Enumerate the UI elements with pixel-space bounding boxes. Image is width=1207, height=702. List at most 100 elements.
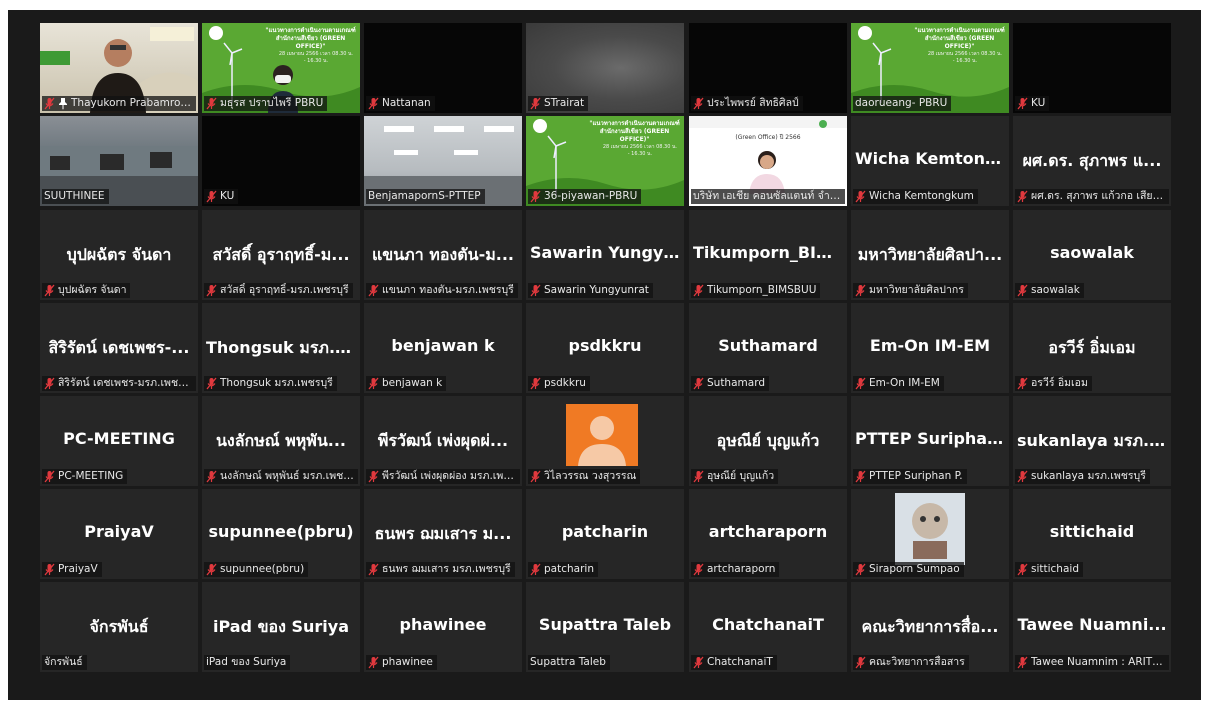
participant-name-label: sittichaid [1015, 562, 1083, 577]
participant-tile[interactable]: Wicha Kemtong... Wicha Kemtongkum [851, 116, 1009, 206]
participant-tile[interactable]: phawinee phawinee [364, 582, 522, 672]
participant-tile[interactable]: Thayukorn Prabamroo... [40, 23, 198, 113]
participant-tile[interactable]: PC-MEETING PC-MEETING [40, 396, 198, 486]
participant-name-label: คณะวิทยาการสื่อสาร [853, 655, 969, 670]
participant-tile[interactable]: sukanlaya มรภ.เ... sukanlaya มรภ.เพชรบุรี [1013, 396, 1171, 486]
participant-tile[interactable]: คณะวิทยาการสื่อ... คณะวิทยาการสื่อสาร [851, 582, 1009, 672]
participant-name-text: sittichaid [1031, 563, 1079, 575]
participant-name-text: supunnee(pbru) [220, 563, 305, 575]
participant-tile[interactable]: Siraporn Sumpao [851, 489, 1009, 579]
participant-display-name: Tawee Nuamni... [1017, 615, 1167, 634]
participant-tile[interactable]: อุษณีย์ บุญแก้ว อุษณีย์ บุญแก้ว [689, 396, 847, 486]
participant-tile[interactable]: SUUTHINEE [40, 116, 198, 206]
participant-name-label: สวัสดิ์ อุราฤทธิ์-มรภ.เพชรบุรี [204, 283, 353, 298]
participant-name-text: คณะวิทยาการสื่อสาร [869, 656, 965, 668]
participant-tile[interactable]: วิไลวรรณ วงสุวรรณ [526, 396, 684, 486]
participant-name-text: benjawan k [382, 377, 443, 389]
participant-tile[interactable]: PraiyaV PraiyaV [40, 489, 198, 579]
participant-tile[interactable]: Sawarin Yungyu... Sawarin Yungyunrat [526, 210, 684, 300]
participant-tile[interactable]: Thongsuk มรภ.เ... Thongsuk มรภ.เพชรบุรี [202, 303, 360, 393]
participant-tile[interactable]: psdkkru psdkkru [526, 303, 684, 393]
participant-tile[interactable]: Nattanan [364, 23, 522, 113]
muted-mic-icon [368, 563, 379, 576]
participant-tile[interactable]: จักรพันธ์ จักรพันธ์ [40, 582, 198, 672]
participant-tile[interactable]: BenjamapornS-PTTEP [364, 116, 522, 206]
participant-tile[interactable]: ประไพพรย์ สิทธิศิลป์ [689, 23, 847, 113]
participant-display-name: saowalak [1050, 243, 1134, 262]
muted-mic-icon [368, 284, 379, 297]
participant-name-label: benjawan k [366, 376, 447, 391]
participant-display-name: ChatchanaiT [712, 615, 824, 634]
participant-tile[interactable]: KU [1013, 23, 1171, 113]
muted-mic-icon [855, 377, 866, 390]
participant-name-label: Suthamard [691, 376, 769, 391]
participant-display-name: บุปผฉัตร จันดา [66, 245, 172, 264]
participant-tile[interactable]: ธนพร ฌมเสาร ม... ธนพร ฌมเสาร มรภ.เพชรบุรี [364, 489, 522, 579]
participant-name-text: KU [1031, 97, 1046, 109]
participant-tile[interactable]: sittichaid sittichaid [1013, 489, 1171, 579]
participant-tile[interactable]: มหาวิทยาลัยศิลปา... มหาวิทยาลัยศิลปากร [851, 210, 1009, 300]
participant-name-text: iPad ของ Suriya [206, 656, 287, 668]
participant-name-label: saowalak [1015, 283, 1084, 298]
muted-mic-icon [855, 656, 866, 669]
participant-tile[interactable]: อรวีร์ อิ่มเอม อรวีร์ อิ่มเอม [1013, 303, 1171, 393]
participant-tile[interactable]: Supattra Taleb Supattra Taleb [526, 582, 684, 672]
participant-name-text: พีรวัฒน์ เพ่งผุดผ่อง มรภ.เพช... [382, 470, 516, 482]
muted-mic-icon [1017, 284, 1028, 297]
participant-tile[interactable]: iPad ของ Suriya iPad ของ Suriya [202, 582, 360, 672]
participant-name-text: SUUTHINEE [44, 190, 105, 202]
participant-name-text: มหาวิทยาลัยศิลปากร [869, 284, 964, 296]
muted-mic-icon [855, 470, 866, 483]
muted-mic-icon [530, 563, 541, 576]
participant-tile[interactable]: STrairat [526, 23, 684, 113]
participant-name-text: PTTEP Suriphan P. [869, 470, 963, 482]
participant-tile[interactable]: ChatchanaiT ChatchanaiT [689, 582, 847, 672]
participant-tile[interactable]: PTTEP Suriphan P. PTTEP Suriphan P. [851, 396, 1009, 486]
participant-name-text: มธุรส ปราบไพรี PBRU [220, 97, 324, 109]
participant-tile[interactable]: (Green Office) ปี 2566 บริษัท เอเชีย คอนซ… [689, 116, 847, 206]
participant-tile[interactable]: ผศ.ดร. สุภาพร แ... ผศ.ดร. สุภาพร แก้วกอ เ… [1013, 116, 1171, 206]
participant-display-name: artcharaporn [708, 522, 828, 541]
participant-tile[interactable]: "แนวทางการดำเนินงานตามเกณฑ์ สำนักงานสีเข… [202, 23, 360, 113]
participant-name-text: PraiyaV [58, 563, 98, 575]
muted-mic-icon [693, 563, 704, 576]
participant-display-name: patcharin [561, 522, 649, 541]
participant-tile[interactable]: สิริรัตน์ เดชเพชร-... สิริรัตน์ เดชเพชร-ม… [40, 303, 198, 393]
participant-name-text: บุปผฉัตร จันดา [58, 284, 127, 296]
participant-tile[interactable]: Em-On IM-EM Em-On IM-EM [851, 303, 1009, 393]
participant-display-name: Sawarin Yungyu... [530, 243, 680, 262]
participant-tile[interactable]: แขนภา ทองตัน-ม... แขนภา ทองตัน-มรภ.เพชรบุ… [364, 210, 522, 300]
participant-tile[interactable]: นงลักษณ์ พหุพัน... นงลักษณ์ พหุพันธ์ มรภ.… [202, 396, 360, 486]
participant-tile[interactable]: สวัสดิ์ อุราฤทธิ์-ม... สวัสดิ์ อุราฤทธิ์-… [202, 210, 360, 300]
participant-display-name: PC-MEETING [63, 429, 175, 448]
participant-name-label: KU [204, 189, 239, 204]
participant-name-label: artcharaporn [691, 562, 780, 577]
participant-name-text: นงลักษณ์ พหุพันธ์ มรภ.เพชร... [220, 470, 354, 482]
muted-mic-icon [206, 377, 217, 390]
participant-name-text: saowalak [1031, 284, 1080, 296]
participant-tile[interactable]: saowalak saowalak [1013, 210, 1171, 300]
participant-name-text: Siraporn Sumpao [869, 563, 960, 575]
participant-tile[interactable]: supunnee(pbru) supunnee(pbru) [202, 489, 360, 579]
participant-tile[interactable]: benjawan k benjawan k [364, 303, 522, 393]
participant-tile[interactable]: บุปผฉัตร จันดา บุปผฉัตร จันดา [40, 210, 198, 300]
participant-tile[interactable]: "แนวทางการดำเนินงานตามเกณฑ์ สำนักงานสีเข… [526, 116, 684, 206]
muted-mic-icon [1017, 656, 1028, 669]
participant-tile[interactable]: patcharin patcharin [526, 489, 684, 579]
participant-display-name: Suthamard [718, 336, 818, 355]
muted-mic-icon [530, 190, 541, 203]
presentation-title: "แนวทางการดำเนินงานตามเกณฑ์ สำนักงานสีเข… [914, 27, 1005, 50]
participant-tile[interactable]: KU [202, 116, 360, 206]
muted-mic-icon [693, 377, 704, 390]
participant-tile[interactable]: Suthamard Suthamard [689, 303, 847, 393]
participant-name-label: supunnee(pbru) [204, 562, 309, 577]
participant-tile[interactable]: "แนวทางการดำเนินงานตามเกณฑ์ สำนักงานสีเข… [851, 23, 1009, 113]
participant-tile[interactable]: พีรวัฒน์ เพ่งผุดผ่... พีรวัฒน์ เพ่งผุดผ่อ… [364, 396, 522, 486]
participant-display-name: sukanlaya มรภ.เ... [1017, 431, 1167, 450]
participant-name-text: ผศ.ดร. สุภาพร แก้วกอ เสียวไ... [1031, 190, 1165, 202]
presentation-date: 28 เมษายน 2566 เวลา 08.30 น. - 16.30 น. [602, 144, 678, 157]
participant-tile[interactable]: Tikumporn_BIM... Tikumporn_BIMSBUU [689, 210, 847, 300]
participant-name-label: บริษัท เอเชีย คอนซัลแตนท์ จำกัด [691, 189, 845, 204]
participant-tile[interactable]: artcharaporn artcharaporn [689, 489, 847, 579]
participant-tile[interactable]: Tawee Nuamni... Tawee Nuamnim : ARIT P... [1013, 582, 1171, 672]
